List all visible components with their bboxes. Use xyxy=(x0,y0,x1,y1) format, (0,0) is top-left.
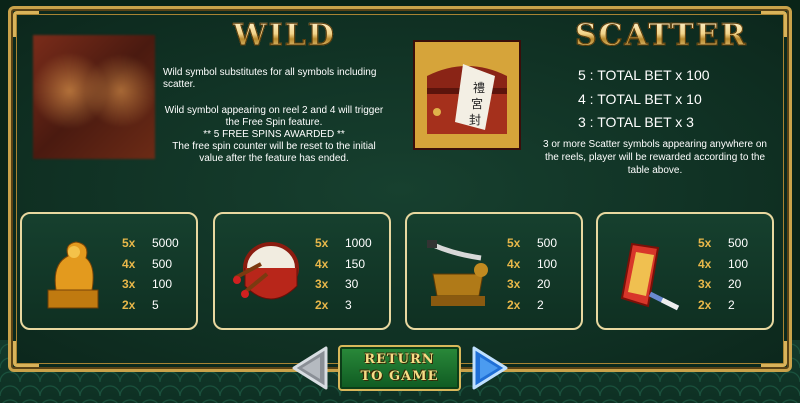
frame-corner-ornament xyxy=(761,341,787,367)
svg-text:封: 封 xyxy=(469,113,481,127)
scatter-title: SCATTER xyxy=(575,18,748,54)
payout-row: 2x 5 xyxy=(122,297,159,312)
payout-row: 4x 150 xyxy=(315,256,366,271)
scatter-payouts: 5 : TOTAL BET x 100 4 : TOTAL BET x 10 3… xyxy=(578,64,758,135)
frame-corner-ornament xyxy=(761,11,787,37)
golden-lion-seal-icon xyxy=(38,234,108,312)
payout-row: 3x 20 xyxy=(507,277,551,291)
svg-text:禮: 禮 xyxy=(473,81,485,95)
return-label-line2: TO GAME xyxy=(360,369,439,384)
scroll-brush-icon xyxy=(614,234,684,312)
scatter-payout-5: 5 : TOTAL BET x 100 xyxy=(578,67,710,83)
payout-row: 5x 500 xyxy=(698,236,749,250)
svg-text:宮: 宮 xyxy=(471,96,483,111)
scatter-chest-icon: 禮 宮 封 xyxy=(413,40,521,150)
payout-row: 4x 100 xyxy=(698,256,749,271)
wild-symbol-image xyxy=(33,35,155,159)
payout-row: 3x 100 xyxy=(122,277,173,291)
paytable-card-scroll-brush: 5x 500 4x 100 3x 20 2x 2 xyxy=(596,212,774,330)
paytable-card-drum: 5x 1000 4x 150 3x 30 2x 3 xyxy=(213,212,391,330)
triangle-right-icon xyxy=(472,346,508,390)
scatter-payout-3: 3 : TOTAL BET x 3 xyxy=(578,114,694,130)
frame-corner-ornament xyxy=(13,341,39,367)
wild-title: WILD xyxy=(233,18,336,54)
drum-icon xyxy=(231,234,301,312)
previous-page-button[interactable] xyxy=(290,345,330,391)
payout-row: 5x 5000 xyxy=(122,236,179,250)
paytable-card-lion-seal: 5x 5000 4x 500 3x 100 2x 5 xyxy=(20,212,198,330)
payout-row: 4x 500 xyxy=(122,256,173,271)
payout-row: 2x 2 xyxy=(507,297,544,312)
sword-stand-icon xyxy=(423,234,493,312)
payout-row: 2x 3 xyxy=(315,297,352,312)
return-to-game-button[interactable]: RETURN TO GAME xyxy=(338,345,461,391)
frame-corner-ornament xyxy=(13,11,39,37)
paytable-card-sword-stand: 5x 500 4x 100 3x 20 2x 2 xyxy=(405,212,583,330)
scatter-payout-4: 4 : TOTAL BET x 10 xyxy=(578,90,702,107)
next-page-button[interactable] xyxy=(470,345,510,391)
wild-desc-substitute: Wild symbol substitutes for all symbols … xyxy=(163,67,377,90)
wild-desc-reset: The free spin counter will be reset to t… xyxy=(172,141,376,164)
wild-desc-free-spins: ** 5 FREE SPINS AWARDED ** xyxy=(203,129,345,140)
payout-row: 4x 100 xyxy=(507,256,558,271)
scatter-description: 3 or more Scatter symbols appearing anyw… xyxy=(542,139,767,176)
payout-row: 5x 1000 xyxy=(315,236,372,250)
triangle-left-icon xyxy=(292,346,328,390)
payout-row: 5x 500 xyxy=(507,236,558,250)
payout-row: 3x 30 xyxy=(315,277,359,291)
wild-description: Wild symbol substitutes for all symbols … xyxy=(163,67,385,165)
wild-desc-trigger: Wild symbol appearing on reel 2 and 4 wi… xyxy=(164,105,384,128)
payout-row: 3x 20 xyxy=(698,277,742,291)
return-label-line1: RETURN xyxy=(364,352,435,367)
payout-row: 2x 2 xyxy=(698,297,735,312)
